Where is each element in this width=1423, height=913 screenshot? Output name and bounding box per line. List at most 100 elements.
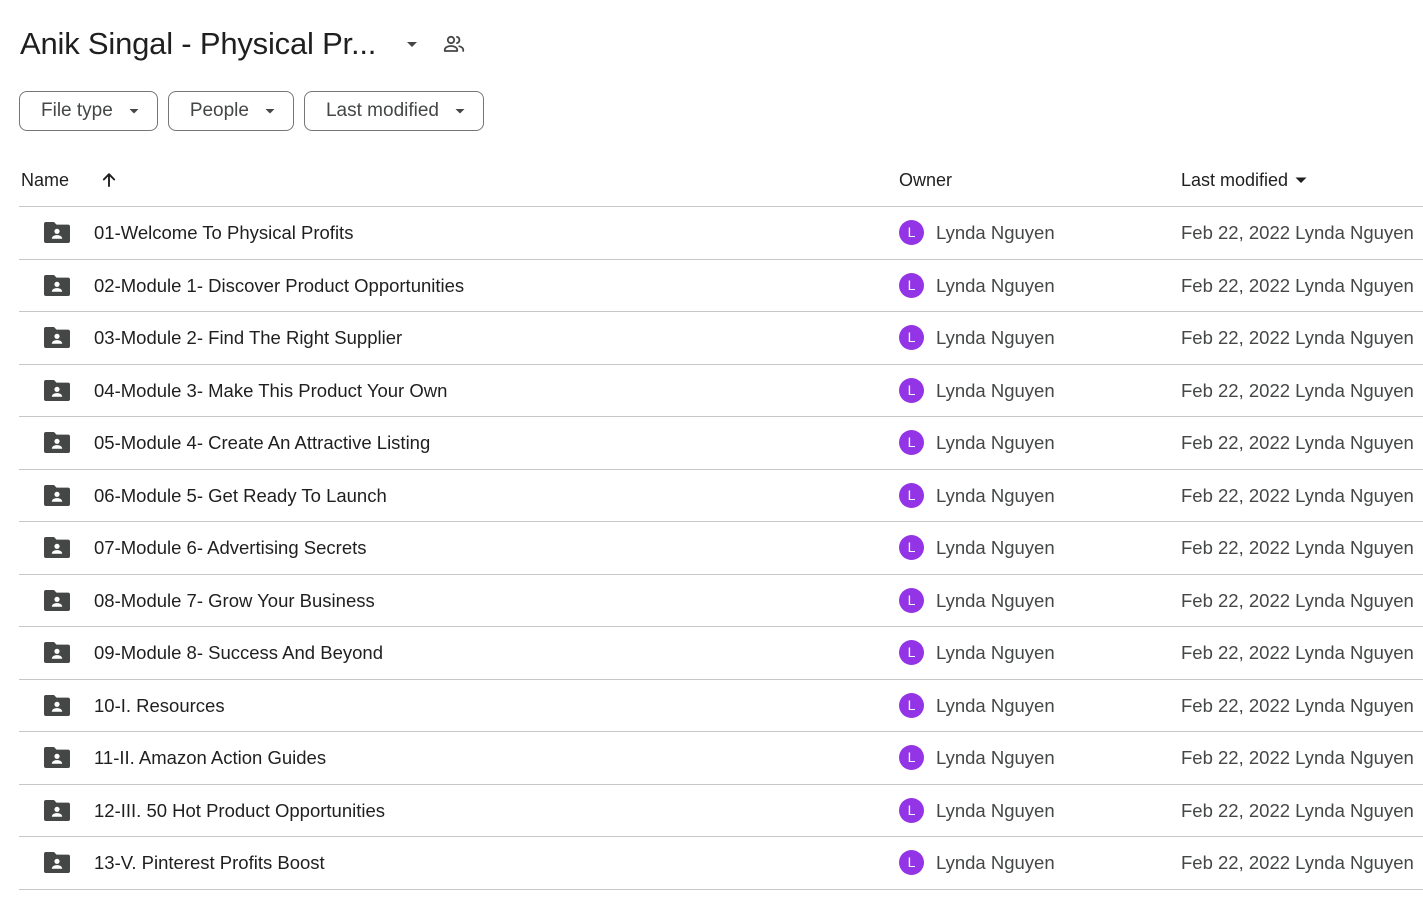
shared-folder-icon [44,536,70,558]
file-list: 01-Welcome To Physical Profits L Lynda Ngu… [19,207,1423,890]
shared-folder-icon [44,799,70,821]
owner-name: Lynda Nguyen [936,642,1055,663]
folder-name[interactable]: 04-Module 3- Make This Product Your Own [94,365,447,416]
avatar: L [899,220,924,245]
avatar: L [899,535,924,560]
owner-name: Lynda Nguyen [936,747,1055,768]
arrow-drop-down-icon[interactable] [400,32,424,56]
avatar: L [899,272,924,298]
shared-folder-icon [44,221,70,243]
avatar: L [899,797,924,823]
arrow-drop-down-icon [127,104,141,118]
arrow-drop-down-icon [263,104,277,118]
folder-name[interactable]: 03-Module 2- Find The Right Supplier [94,312,402,363]
last-modified-value: Feb 22, 2022 Lynda Nguyen [1181,642,1414,663]
table-row[interactable]: 07-Module 6- Advertising Secrets L Lynda N… [19,522,1423,575]
shared-folder-icon [44,694,70,716]
owner-name: Lynda Nguyen [936,799,1055,821]
folder-name[interactable]: 01-Welcome To Physical Profits [94,207,353,258]
last-modified-column-label: Last modified [1181,169,1289,190]
last-modified-value: Feb 22, 2022 Lynda Nguyen [1181,432,1414,453]
shared-folder-icon [44,641,70,663]
last-modified-value: Feb 22, 2022 Lynda Nguyen [1181,589,1414,611]
folder-name[interactable]: 05-Module 4- Create An Attractive Listin… [94,417,430,468]
last-modified-value: Feb 22, 2022 Lynda Nguyen [1181,222,1414,243]
last-modified-value: Feb 22, 2022 Lynda Nguyen [1181,799,1414,821]
last-modified-value: Feb 22, 2022 Lynda Nguyen [1181,327,1414,348]
folder-name[interactable]: 09-Module 8- Success And Beyond [94,627,383,678]
last-modified-value: Feb 22, 2022 Lynda Nguyen [1181,484,1414,506]
owner-name: Lynda Nguyen [936,222,1055,243]
people-filter[interactable]: People [167,91,294,131]
table-row[interactable]: 01-Welcome To Physical Profits L Lynda Ngu… [19,207,1423,260]
owner-column-header[interactable]: Owner [899,154,952,206]
filter-bar: File type People Last modified [19,91,484,131]
last-modified-column-header[interactable]: Last modified [1181,154,1308,206]
avatar: L [899,587,924,613]
last-modified-value: Feb 22, 2022 Lynda Nguyen [1181,537,1414,558]
file-type-filter-label: File type [41,100,113,121]
folder-name[interactable]: 07-Module 6- Advertising Secrets [94,522,367,573]
arrow-drop-down-icon [453,104,467,118]
owner-name: Lynda Nguyen [936,589,1055,611]
table-row[interactable]: 10-I. Resources L Lynda Nguyen Feb 22, 2022… [19,680,1423,732]
file-type-filter[interactable]: File type [19,91,158,131]
name-column-header[interactable]: Name [21,154,121,206]
drive-folder-view: Anik Singal - Physical Pr... File type P… [0,0,1423,913]
table-row[interactable]: 06-Module 5- Get Ready To Launch L Lynda N… [19,470,1423,522]
table-row[interactable]: 02-Module 1- Discover Product Opportunit… [19,260,1423,312]
owner-name: Lynda Nguyen [936,852,1055,873]
folder-name[interactable]: 13-V. Pinterest Profits Boost [94,837,325,888]
folder-name[interactable]: 10-I. Resources [94,680,225,731]
shared-folder-icon [44,326,70,348]
owner-name: Lynda Nguyen [936,432,1055,453]
table-row[interactable]: 04-Module 3- Make This Product Your Own L… [19,365,1423,417]
avatar: L [899,482,924,508]
avatar: L [899,640,924,665]
table-row[interactable]: 09-Module 8- Success And Beyond L Lynda Ng… [19,627,1423,680]
folder-name[interactable]: 11-II. Amazon Action Guides [94,732,326,783]
avatar: L [899,692,924,718]
last-modified-value: Feb 22, 2022 Lynda Nguyen [1181,852,1414,873]
owner-name: Lynda Nguyen [936,484,1055,506]
owner-name: Lynda Nguyen [936,537,1055,558]
avatar: L [899,745,924,770]
folder-name[interactable]: 06-Module 5- Get Ready To Launch [94,470,387,521]
folder-name[interactable]: 02-Module 1- Discover Product Opportunit… [94,260,464,311]
last-modified-filter-label: Last modified [325,100,439,121]
table-row[interactable]: 05-Module 4- Create An Attractive Listin… [19,417,1423,470]
table-row[interactable]: 08-Module 7- Grow Your Business L Lynda Ng… [19,575,1423,627]
last-modified-value: Feb 22, 2022 Lynda Nguyen [1181,747,1414,768]
table-row[interactable]: 11-II. Amazon Action Guides L Lynda Nguyen… [19,732,1423,785]
avatar: L [899,325,924,350]
last-modified-value: Feb 22, 2022 Lynda Nguyen [1181,694,1414,716]
folder-title[interactable]: Anik Singal - Physical Pr... [20,26,376,62]
folder-name[interactable]: 12-III. 50 Hot Product Opportunities [94,785,385,836]
last-modified-value: Feb 22, 2022 Lynda Nguyen [1181,274,1414,296]
folder-header: Anik Singal - Physical Pr... [20,22,468,66]
last-modified-value: Feb 22, 2022 Lynda Nguyen [1181,379,1414,401]
table-row[interactable]: 03-Module 2- Find The Right Supplier L Lyn… [19,312,1423,365]
table-header: Name Owner Last modified [19,154,1423,207]
arrow-upward-icon[interactable] [97,168,121,192]
folder-name[interactable]: 08-Module 7- Grow Your Business [94,575,375,626]
table-row[interactable]: 12-III. 50 Hot Product Opportunities L Lyn… [19,785,1423,837]
shared-folder-icon [44,851,70,873]
name-column-label: Name [21,169,70,190]
shared-folder-icon [44,746,70,768]
owner-name: Lynda Nguyen [936,274,1055,296]
shared-folder-icon [44,484,70,506]
owner-name: Lynda Nguyen [936,694,1055,716]
owner-column-label: Owner [899,169,953,190]
last-modified-filter[interactable]: Last modified [303,91,484,131]
table-row[interactable]: 13-V. Pinterest Profits Boost L Lynda Nguy… [19,837,1423,890]
shared-folder-icon [44,589,70,611]
owner-name: Lynda Nguyen [936,327,1055,348]
arrow-drop-down-icon [1294,173,1308,187]
people-filter-label: People [189,100,249,121]
shared-folder-icon [44,379,70,401]
avatar: L [899,430,924,455]
shared-folder-icon [44,274,70,296]
people-icon[interactable] [440,30,468,58]
avatar: L [899,850,924,875]
